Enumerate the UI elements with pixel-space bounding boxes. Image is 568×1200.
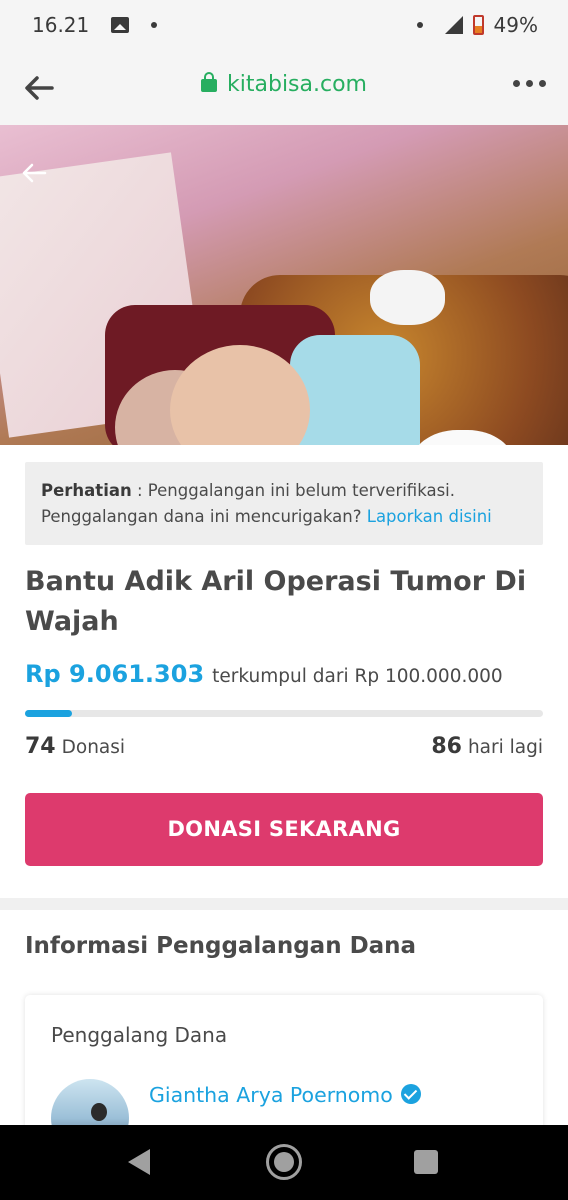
url-text: kitabisa.com bbox=[227, 72, 367, 97]
target-amount: terkumpul dari Rp 100.000.000 bbox=[212, 666, 503, 687]
progress-fill bbox=[25, 710, 72, 717]
more-dots-icon[interactable] bbox=[513, 80, 546, 87]
section-divider bbox=[0, 898, 568, 910]
menu-dot bbox=[539, 80, 546, 87]
days-left-label: hari lagi bbox=[467, 737, 543, 758]
report-link[interactable]: Laporkan disini bbox=[367, 507, 492, 526]
card-title: Penggalang Dana bbox=[51, 1023, 228, 1047]
system-nav-bar bbox=[0, 1125, 568, 1200]
campaign-title: Bantu Adik Aril Operasi Tumor Di Wajah bbox=[25, 566, 527, 637]
campaign-image bbox=[0, 125, 568, 445]
donate-button[interactable]: DONASI SEKARANG bbox=[25, 793, 543, 866]
arrow-left-icon[interactable] bbox=[20, 160, 48, 186]
status-time: 16.21 bbox=[32, 13, 90, 37]
fundraiser-name[interactable]: Giantha Arya Poernomo bbox=[149, 1083, 421, 1107]
section-title: Informasi Penggalangan Dana bbox=[25, 933, 417, 959]
days-left: 86 hari lagi bbox=[431, 734, 543, 759]
nav-back-icon[interactable] bbox=[128, 1149, 150, 1175]
menu-dot bbox=[526, 80, 533, 87]
browser-toolbar: kitabisa.com bbox=[0, 50, 568, 125]
unverified-warning: Perhatian : Penggalangan ini belum terve… bbox=[25, 462, 543, 545]
fundraiser-name-text: Giantha Arya Poernomo bbox=[149, 1083, 393, 1107]
amount-row: Rp 9.061.303 terkumpul dari Rp 100.000.00… bbox=[25, 660, 503, 688]
url-bar[interactable]: kitabisa.com bbox=[0, 72, 568, 97]
lock-icon bbox=[201, 72, 218, 92]
nav-home-icon[interactable] bbox=[266, 1144, 302, 1180]
signal-icon bbox=[444, 16, 463, 34]
menu-dot bbox=[513, 80, 520, 87]
days-left-number: 86 bbox=[431, 734, 462, 759]
photo-mitten bbox=[370, 270, 445, 325]
donation-count-label: Donasi bbox=[61, 737, 126, 758]
notification-dot-icon bbox=[416, 22, 423, 28]
donation-count: 74 Donasi bbox=[25, 734, 125, 759]
battery-icon bbox=[472, 15, 484, 35]
warning-label: Perhatian bbox=[41, 481, 132, 500]
photo-baby-body bbox=[290, 335, 420, 445]
notification-dot-icon bbox=[151, 22, 158, 28]
status-bar: 16.21 49% bbox=[0, 0, 568, 50]
collected-amount: Rp 9.061.303 bbox=[25, 660, 205, 688]
nav-recents-icon[interactable] bbox=[414, 1150, 438, 1174]
fundraiser-card: Penggalang Dana Giantha Arya Poernomo bbox=[25, 995, 543, 1157]
battery-percentage: 49% bbox=[493, 13, 538, 37]
warning-separator: : bbox=[131, 481, 148, 500]
progress-bar bbox=[25, 710, 543, 717]
image-notification-icon bbox=[111, 17, 130, 33]
verified-check-icon bbox=[400, 1084, 421, 1104]
donation-count-number: 74 bbox=[25, 734, 56, 759]
status-right: 49% bbox=[416, 0, 538, 50]
